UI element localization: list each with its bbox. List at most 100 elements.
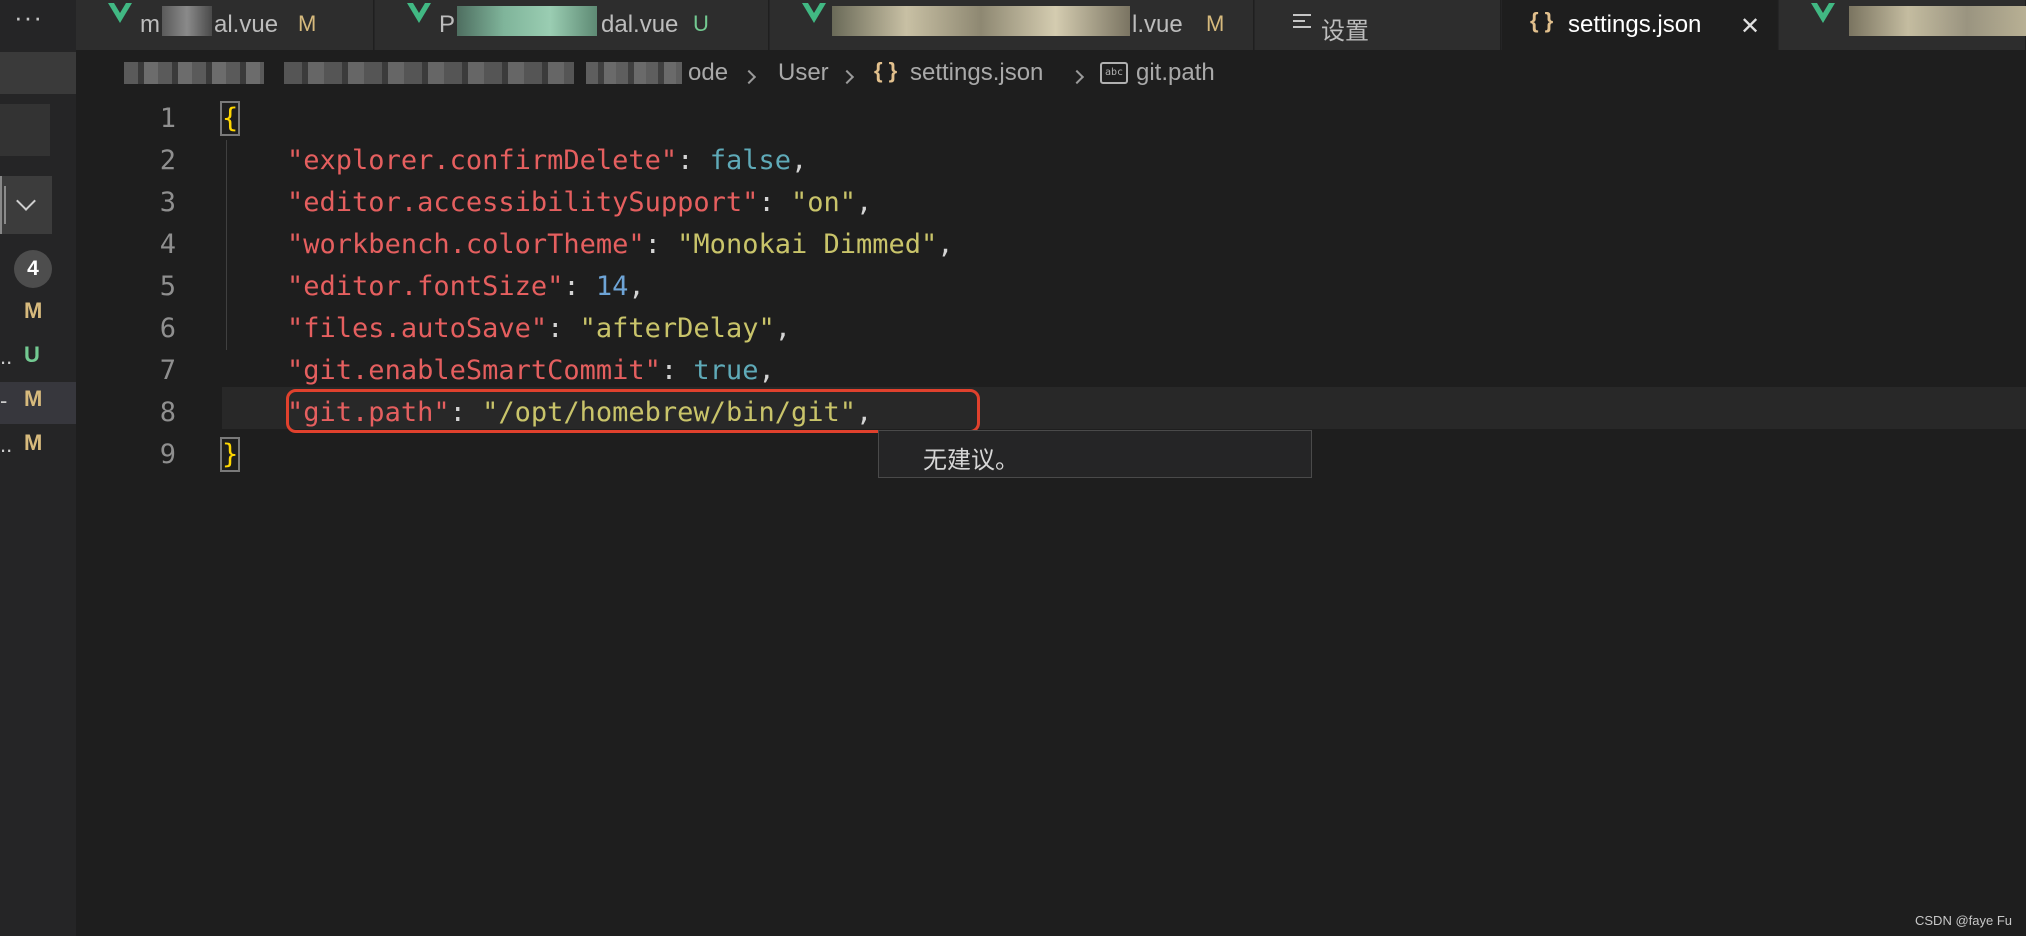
json-value: 14	[595, 271, 629, 302]
json-comma: ,	[937, 229, 954, 260]
line-number: 5	[159, 271, 176, 302]
json-key: "files.autoSave"	[287, 313, 548, 344]
more-actions-icon[interactable]: ···	[14, 2, 43, 33]
tab-vue-file-4[interactable]	[1779, 0, 2026, 50]
vue-file-icon	[1811, 3, 1835, 23]
sidebar-commit-button[interactable]	[0, 104, 50, 156]
tab-label-prefix: P	[439, 11, 456, 38]
json-comma: ,	[628, 271, 645, 302]
json-comma: ,	[790, 145, 808, 176]
tab-label-prefix: m	[140, 11, 160, 38]
line-number: 9	[159, 439, 176, 470]
json-colon: :	[547, 313, 580, 344]
chevron-right-icon	[839, 69, 855, 85]
json-colon: :	[758, 187, 791, 218]
tab-settings-json[interactable]: { } settings.json ✕	[1502, 0, 1778, 50]
tab-label: 设置	[1321, 18, 1369, 45]
changed-file-item[interactable]: .. U	[0, 338, 76, 380]
tab-vue-file-2[interactable]: P dal.vue U	[375, 0, 769, 50]
untracked-status: U	[24, 342, 40, 367]
json-value: false	[709, 145, 791, 176]
code-line: }	[219, 434, 241, 476]
string-symbol-icon: abc	[1100, 62, 1128, 84]
line-number: 7	[159, 355, 176, 386]
pixelated-redaction	[124, 62, 264, 84]
vue-file-icon	[108, 3, 132, 23]
no-suggestions-text: 无建议。	[923, 447, 1019, 474]
json-colon: :	[563, 271, 596, 302]
tab-label-suffix: al.vue	[214, 11, 279, 38]
source-control-sidebar: ··· 4 M .. U - M .. M	[0, 0, 76, 936]
json-key: "editor.accessibilitySupport"	[287, 187, 759, 218]
code-line: "workbench.colorTheme": "Monokai Dimmed"…	[222, 224, 954, 266]
modified-status: M	[24, 430, 43, 455]
json-colon: :	[677, 145, 710, 176]
code-line: "editor.accessibilitySupport": "on",	[222, 182, 872, 224]
sidebar-input-area[interactable]	[0, 52, 76, 94]
json-colon: :	[644, 229, 678, 260]
pixelated-redaction	[586, 62, 682, 84]
modified-status: M	[24, 298, 43, 323]
untracked-status: U	[693, 11, 709, 36]
chevron-right-icon	[1069, 69, 1085, 85]
modified-status: M	[298, 11, 317, 36]
line-number: 8	[159, 397, 176, 428]
json-key: "explorer.confirmDelete"	[287, 145, 678, 176]
settings-lines-icon	[1293, 14, 1311, 32]
pixelated-redaction	[1849, 6, 2026, 36]
tab-settings-ui[interactable]: 设置	[1255, 0, 1501, 50]
code-editor[interactable]: 1 2 3 4 5 6 7 8 9 { "explorer.confirmDel…	[76, 98, 2026, 936]
breadcrumb-item-folder[interactable]: ode	[688, 59, 728, 87]
json-braces-icon: { }	[1530, 8, 1554, 33]
tab-vue-file-3[interactable]: l.vue M	[770, 0, 1254, 50]
commit-dropdown-button[interactable]	[0, 176, 52, 234]
dropdown-divider	[4, 186, 6, 224]
json-comma: ,	[774, 313, 791, 344]
json-value: true	[693, 355, 759, 386]
changed-file-item[interactable]: M	[0, 294, 76, 336]
json-key: "editor.fontSize"	[287, 271, 564, 302]
tab-label: settings.json	[1568, 11, 1702, 38]
line-number: 1	[159, 103, 176, 134]
breadcrumb: ode User { } settings.json abc git.path	[76, 50, 2026, 98]
code-line: "files.autoSave": "afterDelay",	[222, 308, 791, 350]
close-icon[interactable]: ✕	[1740, 12, 1760, 41]
pixelated-redaction	[832, 6, 1130, 36]
tab-label-suffix: l.vue	[1132, 11, 1183, 38]
changed-file-item-selected[interactable]: - M	[0, 382, 76, 424]
tab-vue-file-1[interactable]: m al.vue M	[76, 0, 374, 50]
code-line: "explorer.confirmDelete": false,	[222, 140, 807, 182]
breadcrumb-item-file[interactable]: settings.json	[910, 59, 1043, 87]
editor-tab-bar: m al.vue M P dal.vue U l.vue M 设置 { } se…	[76, 0, 2026, 50]
file-name-truncated: -	[0, 388, 8, 413]
breadcrumb-item-user[interactable]: User	[778, 59, 829, 87]
json-key: "git.enableSmartCommit"	[287, 355, 661, 386]
vue-file-icon	[802, 3, 826, 23]
pixelated-redaction	[457, 6, 597, 36]
json-key: "workbench.colorTheme"	[287, 229, 645, 260]
line-number: 3	[159, 187, 176, 218]
line-number: 6	[159, 313, 176, 344]
watermark: CSDN @faye Fu	[1915, 913, 2012, 928]
changed-file-item[interactable]: .. M	[0, 426, 76, 468]
breadcrumb-item-symbol[interactable]: git.path	[1136, 59, 1215, 87]
code-line: "editor.fontSize": 14,	[222, 266, 645, 308]
json-value: "Monokai Dimmed"	[677, 229, 938, 260]
json-comma: ,	[855, 187, 873, 218]
chevron-down-icon	[16, 191, 36, 211]
pixelated-redaction	[162, 6, 212, 36]
line-number: 4	[159, 229, 176, 260]
code-line: {	[219, 98, 241, 140]
pixelated-redaction	[284, 62, 574, 84]
suggestion-widget: 无建议。	[878, 430, 1312, 478]
line-number: 2	[159, 145, 176, 176]
code-line: "git.enableSmartCommit": true,	[222, 350, 775, 392]
json-colon: :	[660, 355, 694, 386]
json-comma: ,	[758, 355, 775, 386]
changes-count-badge: 4	[14, 250, 52, 288]
json-value: "on"	[790, 187, 856, 218]
file-name-truncated: ..	[0, 344, 13, 369]
highlight-annotation-box	[286, 389, 980, 433]
modified-status: M	[1206, 11, 1225, 36]
tab-label-suffix: dal.vue	[601, 11, 679, 38]
